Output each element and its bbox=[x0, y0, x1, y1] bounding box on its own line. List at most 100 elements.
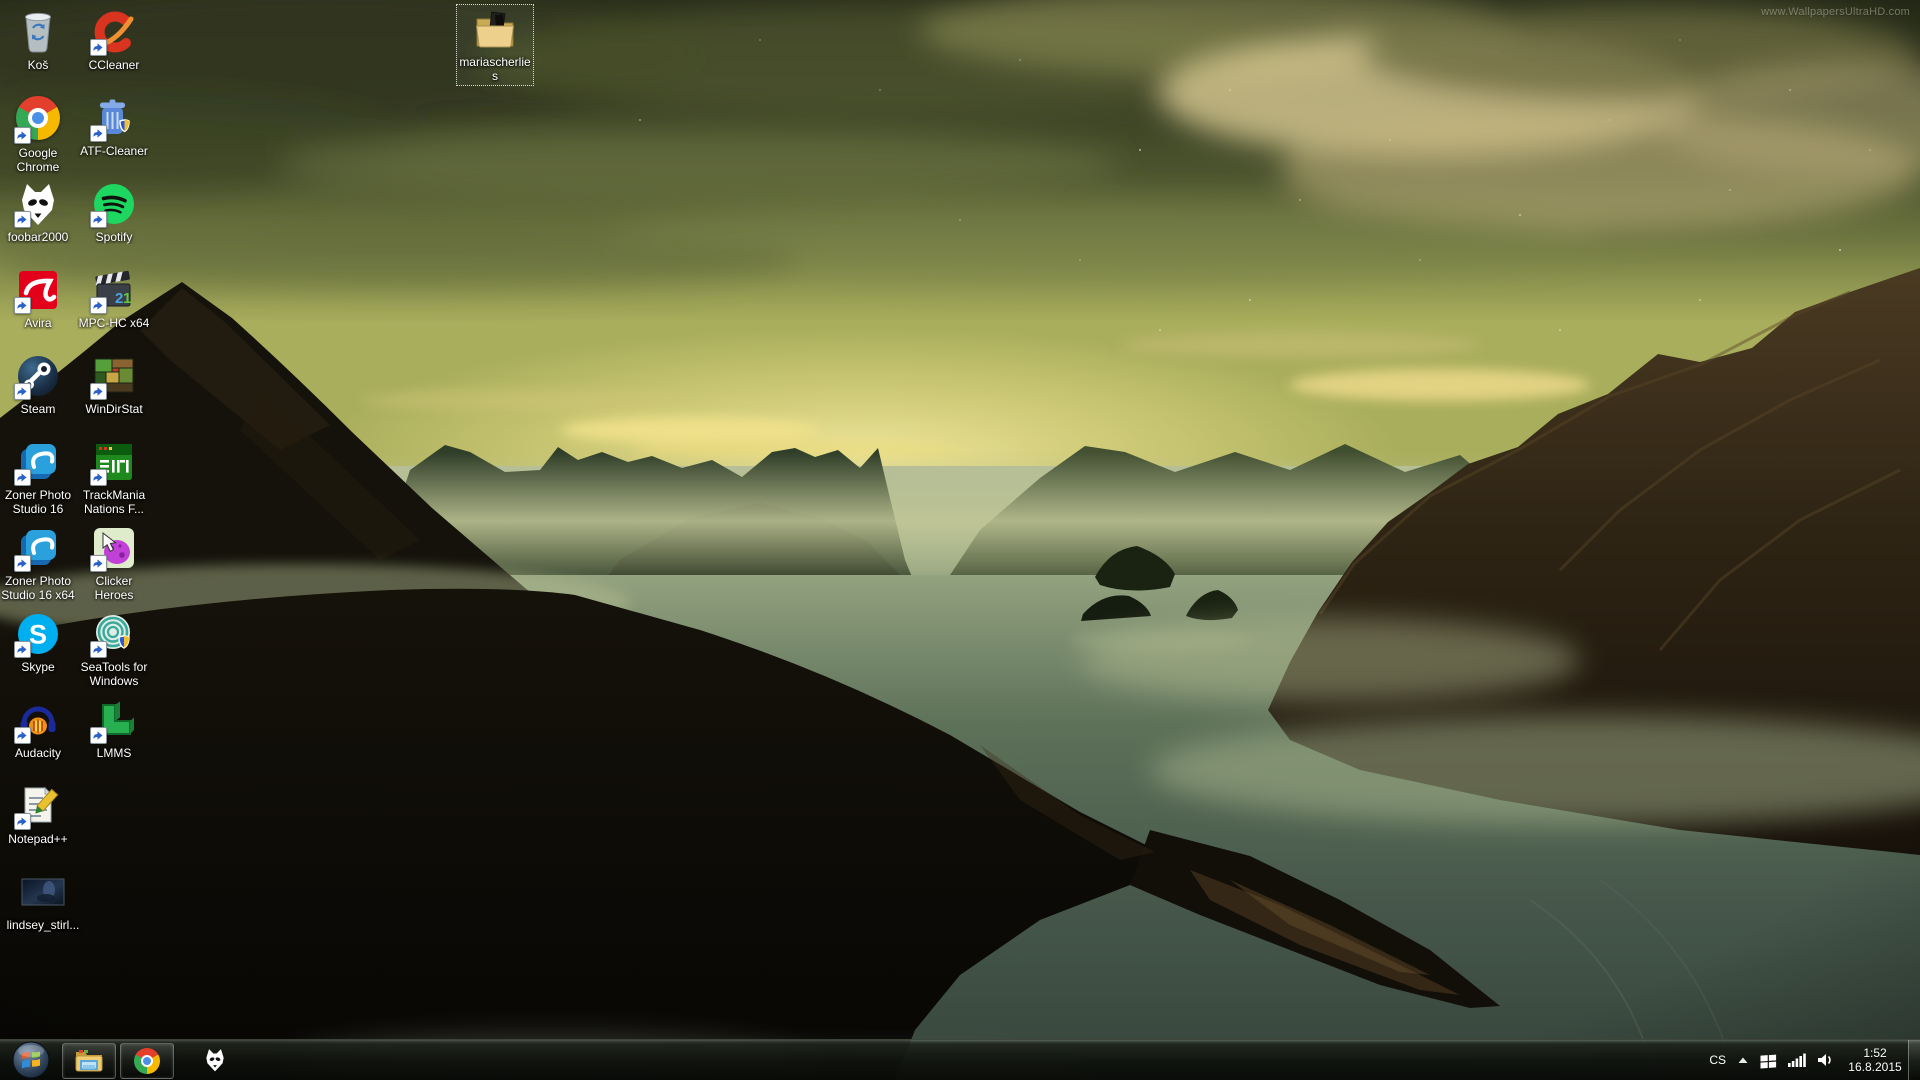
desktop-icon-label: Steam bbox=[1, 402, 75, 416]
signal-bars-icon bbox=[1788, 1053, 1806, 1067]
desktop-icon-label: TrackMania Nations F... bbox=[77, 488, 151, 516]
wallpaper-image bbox=[0, 0, 1920, 1080]
desktop-icon-label: Notepad++ bbox=[1, 832, 75, 846]
desktop-icon-label: Koš bbox=[1, 58, 75, 72]
notepad-plus-plus-icon bbox=[14, 782, 62, 830]
shortcut-arrow-icon bbox=[14, 383, 31, 400]
desktop-icon-atf-cleaner[interactable]: ATF-Cleaner bbox=[77, 94, 151, 158]
desktop-icon-label: WinDirStat bbox=[77, 402, 151, 416]
clicker-heroes-icon bbox=[90, 524, 138, 572]
shortcut-arrow-icon bbox=[90, 469, 107, 486]
desktop-icon-recycle-bin[interactable]: Koš bbox=[1, 8, 75, 72]
start-button[interactable] bbox=[5, 1040, 57, 1080]
desktop-icon-audacity[interactable]: Audacity bbox=[1, 696, 75, 760]
folder-icon bbox=[471, 6, 519, 54]
desktop-icon-lmms[interactable]: LMMS bbox=[77, 696, 151, 760]
desktop-icon-label: lindsey_stirl... bbox=[1, 918, 85, 932]
taskbar-explorer-button[interactable] bbox=[62, 1043, 116, 1079]
desktop-icon-notepad-plus-plus[interactable]: Notepad++ bbox=[1, 782, 75, 846]
shortcut-arrow-icon bbox=[90, 297, 107, 314]
lmms-icon bbox=[90, 696, 138, 744]
atf-cleaner-icon bbox=[90, 94, 138, 142]
desktop-icon-label: LMMS bbox=[77, 746, 151, 760]
svg-text:S: S bbox=[29, 620, 47, 650]
desktop-icon-google-chrome[interactable]: Google Chrome bbox=[1, 94, 75, 174]
shortcut-arrow-icon bbox=[90, 555, 107, 572]
taskbar-chrome-button[interactable] bbox=[120, 1043, 174, 1079]
mpc-hc-icon: 2 1 bbox=[90, 266, 138, 314]
spotify-icon bbox=[90, 180, 138, 228]
desktop-icon-windirstat[interactable]: WinDirStat bbox=[77, 352, 151, 416]
desktop-folder-mariascherlies[interactable]: mariascherlies bbox=[456, 4, 534, 86]
zoner-icon bbox=[14, 524, 62, 572]
shortcut-arrow-icon bbox=[90, 125, 107, 142]
zoner-icon bbox=[14, 438, 62, 486]
chrome-icon bbox=[14, 96, 62, 144]
show-desktop-button[interactable] bbox=[1908, 1040, 1920, 1080]
windows-explorer-icon bbox=[74, 1048, 104, 1074]
desktop-icon-skype[interactable]: S Skype bbox=[1, 610, 75, 674]
desktop-icon-label: MPC-HC x64 bbox=[77, 316, 151, 330]
desktop-icon-foobar2000[interactable]: foobar2000 bbox=[1, 180, 75, 244]
desktop-folder-label: mariascherlies bbox=[457, 55, 533, 83]
desktop-icon-zoner-16-x64[interactable]: Zoner Photo Studio 16 x64 bbox=[1, 524, 75, 602]
shortcut-arrow-icon bbox=[14, 555, 31, 572]
clock[interactable]: 1:52 16.8.2015 bbox=[1844, 1046, 1906, 1074]
windows-flag-icon bbox=[1760, 1052, 1777, 1069]
avira-icon bbox=[14, 266, 62, 314]
recycle-bin-icon bbox=[14, 8, 62, 56]
desktop-icon-label: Audacity bbox=[1, 746, 75, 760]
desktop-icon-spotify[interactable]: Spotify bbox=[77, 180, 151, 244]
system-tray: CS 1:52 16.8.2015 bbox=[1709, 1040, 1906, 1080]
desktop-icon-seatools[interactable]: SeaTools for Windows bbox=[77, 610, 151, 688]
shortcut-arrow-icon bbox=[14, 641, 31, 658]
taskbar-foobar2000-icon[interactable] bbox=[200, 1046, 230, 1074]
desktop-icon-mpc-hc[interactable]: 2 1 MPC-HC x64 bbox=[77, 266, 151, 330]
desktop-icon-clicker-heroes[interactable]: Clicker Heroes bbox=[77, 524, 151, 602]
desktop-icon-ccleaner[interactable]: CCleaner bbox=[77, 8, 151, 72]
svg-text:1: 1 bbox=[123, 290, 131, 307]
shortcut-arrow-icon bbox=[14, 297, 31, 314]
language-indicator[interactable]: CS bbox=[1709, 1053, 1726, 1067]
skype-icon: S bbox=[14, 610, 62, 658]
desktop-icon-label: CCleaner bbox=[77, 58, 151, 72]
desktop-icon-label: Skype bbox=[1, 660, 75, 674]
desktop-icon-trackmania[interactable]: TrackMania Nations F... bbox=[77, 438, 151, 516]
shortcut-arrow-icon bbox=[14, 469, 31, 486]
desktop-icon-label: Google Chrome bbox=[1, 146, 75, 174]
speaker-icon bbox=[1817, 1053, 1833, 1067]
desktop-icon-steam[interactable]: Steam bbox=[1, 352, 75, 416]
desktop-icon-label: Avira bbox=[1, 316, 75, 330]
ccleaner-icon bbox=[90, 8, 138, 56]
shortcut-arrow-icon bbox=[14, 127, 31, 144]
shortcut-arrow-icon bbox=[90, 641, 107, 658]
shortcut-arrow-icon bbox=[90, 39, 107, 56]
desktop-icon-label: SeaTools for Windows bbox=[77, 660, 151, 688]
clock-date: 16.8.2015 bbox=[1844, 1060, 1906, 1074]
chrome-icon bbox=[134, 1048, 160, 1074]
chevron-up-icon bbox=[1737, 1056, 1749, 1064]
video-file-icon bbox=[19, 868, 67, 916]
windows-update-tray-icon[interactable] bbox=[1760, 1052, 1777, 1069]
network-tray-icon[interactable] bbox=[1788, 1053, 1806, 1067]
trackmania-icon bbox=[90, 438, 138, 486]
wallpaper-watermark: www.WallpapersUltraHD.com bbox=[1761, 6, 1910, 18]
clock-time: 1:52 bbox=[1844, 1046, 1906, 1060]
desktop-icon-label: ATF-Cleaner bbox=[77, 144, 151, 158]
desktop-icon-label: Zoner Photo Studio 16 x64 bbox=[1, 574, 75, 602]
desktop-icon-avira[interactable]: Avira bbox=[1, 266, 75, 330]
audacity-icon bbox=[14, 696, 62, 744]
desktop-icon-label: Spotify bbox=[77, 230, 151, 244]
desktop-icon-lindsey-video[interactable]: lindsey_stirl... bbox=[1, 868, 85, 932]
steam-icon bbox=[14, 352, 62, 400]
volume-tray-icon[interactable] bbox=[1817, 1053, 1833, 1067]
shortcut-arrow-icon bbox=[90, 211, 107, 228]
desktop-icon-label: foobar2000 bbox=[1, 230, 75, 244]
shortcut-arrow-icon bbox=[14, 813, 31, 830]
foobar2000-icon bbox=[14, 180, 62, 228]
shortcut-arrow-icon bbox=[90, 727, 107, 744]
foobar2000-icon bbox=[202, 1047, 228, 1073]
show-hidden-icons-button[interactable] bbox=[1737, 1056, 1749, 1064]
desktop-icon-label: Clicker Heroes bbox=[77, 574, 151, 602]
desktop-icon-zoner-16[interactable]: Zoner Photo Studio 16 bbox=[1, 438, 75, 516]
